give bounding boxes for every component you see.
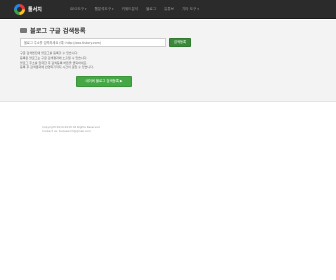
naver-register-button[interactable]: 네이버 블로그 검색등록 ▶ <box>76 76 132 87</box>
nav-item-youtube[interactable]: 유튜브 <box>160 0 178 19</box>
caret-down-icon: ▾ <box>197 6 199 11</box>
logo-icon <box>14 3 25 15</box>
nav-item-label: 기타 도구 <box>181 6 197 11</box>
contact-text: Contact us: toolsearch@gmail.com <box>42 129 91 134</box>
nav-menu: SEO도구▾ 웹분석도구▾ 키워드분석 블로그 유튜브 기타 도구▾ <box>66 0 203 19</box>
footer: Copyright 2014-2019 All Rights Reserved … <box>42 125 100 134</box>
nav-item-label: 블로그 <box>146 6 157 11</box>
brand-name: 툴서치 <box>28 6 42 13</box>
brand-logo[interactable]: 툴서치 <box>14 0 66 19</box>
submit-button[interactable]: 검색등록 <box>169 38 191 47</box>
nav-item-web-analysis[interactable]: 웹분석도구▾ <box>91 0 118 19</box>
url-form: 검색등록 <box>20 38 191 47</box>
nav-item-blog[interactable]: 블로그 <box>142 0 160 19</box>
description: 구글 검색엔진에 블로그를 등록할 수 있습니다. 등록된 블로그는 구글 검색… <box>20 51 170 70</box>
nav-item-label: 유튜브 <box>164 6 174 11</box>
monitor-icon <box>20 28 27 33</box>
page-header: 블로그 구글 검색등록 <box>20 26 86 35</box>
description-line: 등록 후 검색결과에 반영되기까지 시간이 걸릴 수 있습니다. <box>20 65 94 70</box>
caret-down-icon: ▾ <box>112 6 114 11</box>
top-navbar: 툴서치 SEO도구▾ 웹분석도구▾ 키워드분석 블로그 유튜브 기타 도구▾ <box>0 0 336 19</box>
nav-item-seo-tools[interactable]: SEO도구▾ <box>66 0 91 19</box>
caret-down-icon: ▾ <box>85 6 87 11</box>
nav-item-keyword-analysis[interactable]: 키워드분석 <box>118 0 143 19</box>
blog-url-input[interactable] <box>20 38 166 47</box>
nav-item-label: 키워드분석 <box>121 6 139 11</box>
nav-item-other-tools[interactable]: 기타 도구▾ <box>178 0 203 19</box>
nav-item-label: 웹분석도구 <box>94 6 112 11</box>
page-title: 블로그 구글 검색등록 <box>30 28 86 35</box>
nav-item-label: SEO도구 <box>70 6 84 11</box>
